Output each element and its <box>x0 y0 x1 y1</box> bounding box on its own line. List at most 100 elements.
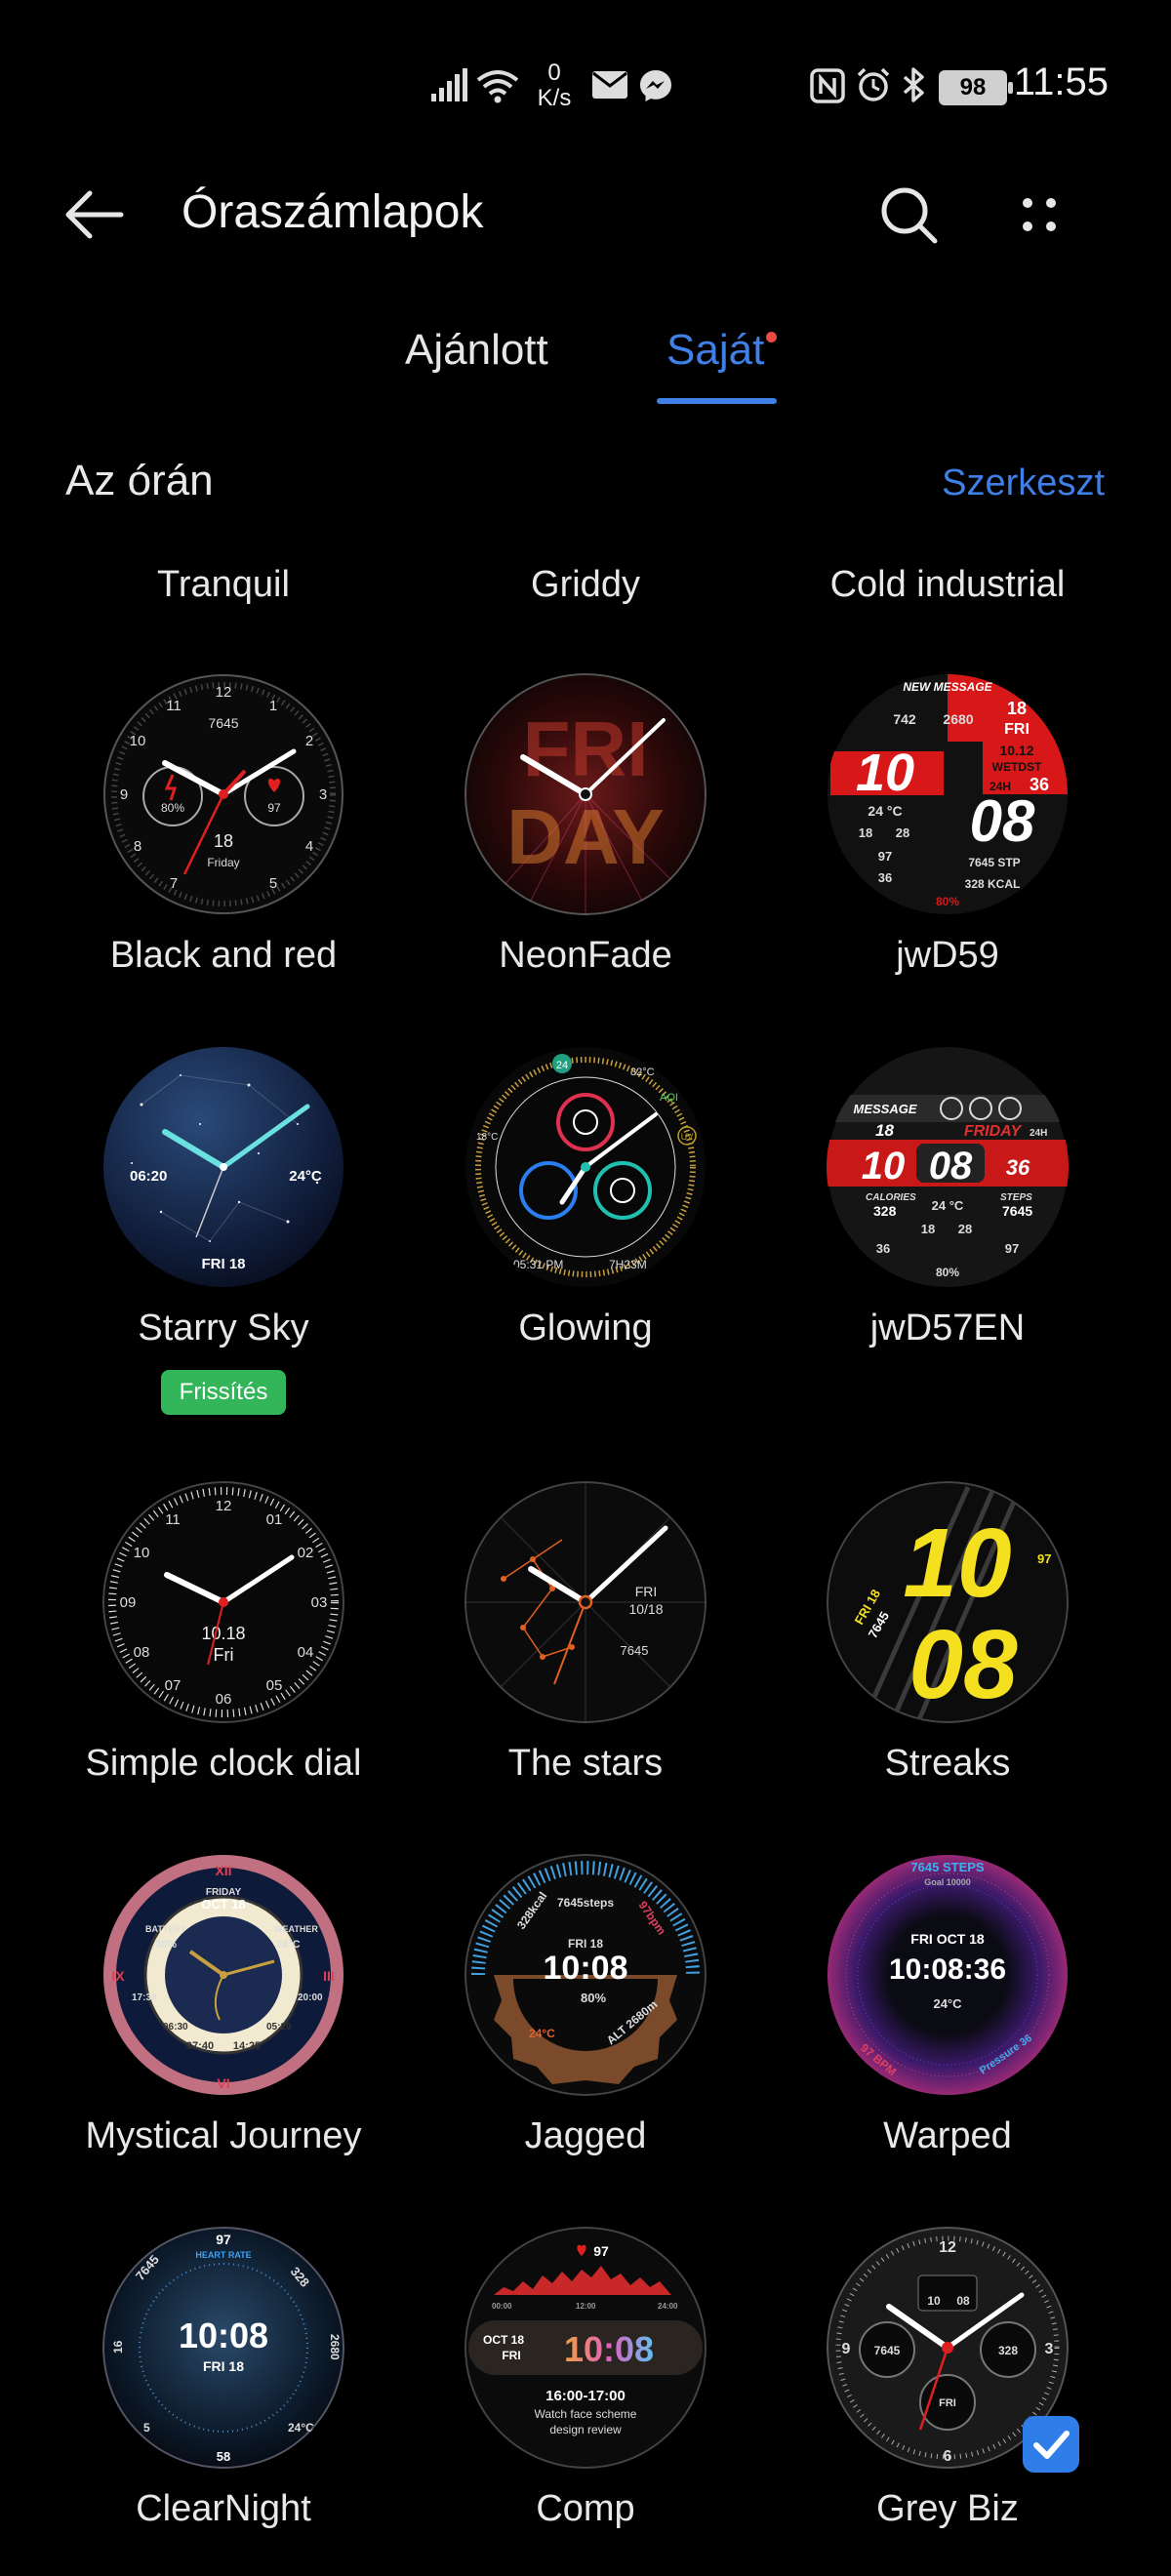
selected-checkbox[interactable] <box>1023 2416 1079 2473</box>
svg-text:2680: 2680 <box>943 711 973 727</box>
watch-face-warped[interactable]: 7645 STEPS Goal 10000 FRI OCT 18 10:08:3… <box>767 1854 1128 2166</box>
back-arrow-icon <box>65 190 124 239</box>
watch-face-starry-sky[interactable]: 06:20 24°C FRI 18 Starry Sky Frissítés <box>43 1046 404 1417</box>
status-bar: 0 K/s 98 11:55 <box>0 0 1171 166</box>
watch-face-the-stars[interactable]: FRI 10/18 7645 The stars <box>405 1481 766 1793</box>
watch-face-preview: 24 32°C AQI UV 18°C 05:31 PM 7H23M <box>464 1046 707 1288</box>
svg-text:9: 9 <box>120 786 128 803</box>
signal-icon <box>431 68 467 101</box>
back-button[interactable] <box>61 181 129 249</box>
svg-text:1: 1 <box>269 698 277 714</box>
svg-text:06:30: 06:30 <box>163 2022 188 2033</box>
watch-face-grey-biz[interactable]: 12 3 6 9 10 08 7645 328 FRI Grey Biz <box>767 2227 1128 2539</box>
svg-text:97: 97 <box>216 2232 231 2247</box>
svg-text:10: 10 <box>130 733 146 749</box>
watch-face-name: Streaks <box>884 1743 1011 1784</box>
svg-text:FRI: FRI <box>523 705 649 792</box>
svg-text:7645: 7645 <box>874 2344 901 2357</box>
watch-face-black-and-red[interactable]: 12 1 2 3 4 5 7 8 9 10 11 7645 80% 97 18 … <box>43 673 404 986</box>
svg-text:STEPS: STEPS <box>1000 1192 1032 1203</box>
svg-text:Goal 10000: Goal 10000 <box>924 1877 971 1887</box>
watch-face-streaks[interactable]: 10 08 FRI 18 7645 97 Streaks <box>767 1481 1128 1793</box>
svg-text:05:20: 05:20 <box>266 2022 292 2033</box>
svg-text:MESSAGE: MESSAGE <box>853 1102 916 1116</box>
svg-text:08: 08 <box>956 2294 970 2308</box>
svg-text:10: 10 <box>134 1545 150 1561</box>
svg-text:VI: VI <box>217 2075 229 2091</box>
svg-text:10.18: 10.18 <box>201 1624 245 1643</box>
svg-text:28: 28 <box>896 825 909 840</box>
watch-face-mystical-journey[interactable]: XII III VI IX FRIDAY OCT 18 BATTERY 80% … <box>43 1854 404 2166</box>
watch-face-glowing[interactable]: 24 32°C AQI UV 18°C 05:31 PM 7H23M Glowi… <box>405 1046 766 1358</box>
svg-text:5: 5 <box>143 2421 150 2435</box>
checkmark-icon <box>1033 2431 1070 2459</box>
watch-face-preview: XII III VI IX FRIDAY OCT 18 BATTERY 80% … <box>102 1854 344 2096</box>
watch-face-griddy[interactable]: Griddy <box>405 556 766 615</box>
svg-text:10.12: 10.12 <box>999 743 1033 758</box>
watch-face-preview: 97 HEART RATE 7645 328 10:08 FRI 18 16 2… <box>102 2227 344 2469</box>
svg-text:7H23M: 7H23M <box>609 1258 647 1271</box>
svg-text:9: 9 <box>842 2341 851 2357</box>
watch-face-name: Grey Biz <box>876 2488 1019 2529</box>
svg-text:80%: 80% <box>161 801 184 815</box>
mail-icon <box>592 71 627 99</box>
watch-face-cold-industrial[interactable]: Cold industrial <box>767 556 1128 615</box>
more-options-button[interactable] <box>1005 181 1073 249</box>
svg-text:14:25: 14:25 <box>233 2040 261 2052</box>
svg-text:18: 18 <box>875 1121 894 1140</box>
search-button[interactable] <box>874 181 943 249</box>
svg-text:10: 10 <box>903 1509 1011 1618</box>
svg-text:36: 36 <box>878 870 892 885</box>
watch-face-jagged[interactable]: 328kcal 7645steps 97bpm FRI 18 10:08 80%… <box>405 1854 766 2166</box>
svg-text:80%: 80% <box>155 1939 177 1951</box>
svg-text:Friday: Friday <box>207 856 239 869</box>
watch-face-name: ClearNight <box>136 2488 311 2529</box>
watch-face-name: NeonFade <box>499 935 672 976</box>
edit-button[interactable]: Szerkeszt <box>942 463 1105 504</box>
svg-text:24 °C: 24 °C <box>932 1198 964 1213</box>
watch-face-comp[interactable]: 97 OCT 18 FRI 10:08 16:00-17:00 Watch fa… <box>405 2227 766 2539</box>
svg-text:97: 97 <box>1037 1551 1051 1566</box>
watch-face-neonfade[interactable]: FRI DAY NeonFade <box>405 673 766 986</box>
watch-face-preview: MESSAGE 18 FRIDAY 24H 10 08 36 CALORIES … <box>827 1046 1069 1288</box>
update-button[interactable]: Frissítés <box>161 1370 286 1415</box>
svg-text:Fri: Fri <box>214 1645 234 1665</box>
more-dots-icon <box>1023 198 1056 231</box>
svg-text:OCT 18: OCT 18 <box>483 2333 524 2347</box>
watch-face-simple-clock-dial[interactable]: 12 01 02 03 04 05 06 07 08 09 10 11 10.1… <box>43 1481 404 1793</box>
svg-text:01: 01 <box>266 1511 283 1528</box>
svg-text:03: 03 <box>311 1594 328 1611</box>
svg-text:742: 742 <box>893 711 916 727</box>
svg-text:24°C: 24°C <box>933 1996 962 2011</box>
svg-text:UV: UV <box>681 1132 694 1142</box>
svg-text:7645: 7645 <box>1002 1203 1032 1219</box>
watch-face-clearnight[interactable]: 97 HEART RATE 7645 328 10:08 FRI 18 16 2… <box>43 2227 404 2539</box>
svg-text:BATTERY: BATTERY <box>145 1924 186 1934</box>
tab-recommended[interactable]: Ajánlott <box>405 326 548 375</box>
svg-text:18: 18 <box>921 1222 935 1236</box>
watch-face-jwd57en[interactable]: MESSAGE 18 FRIDAY 24H 10 08 36 CALORIES … <box>767 1046 1128 1358</box>
watch-face-jwd59[interactable]: NEW MESSAGE 742 2680 18 FRI 10 10.12 WET… <box>767 673 1128 986</box>
svg-text:FRI 18: FRI 18 <box>568 1937 603 1951</box>
watch-face-preview: FRI DAY <box>464 673 707 915</box>
watch-face-tranquil[interactable]: Tranquil <box>43 556 404 615</box>
watch-face-name: Simple clock dial <box>85 1743 362 1784</box>
tab-bar: Ajánlott Saját <box>0 312 1171 420</box>
svg-text:7645 STP: 7645 STP <box>968 856 1020 869</box>
svg-text:08: 08 <box>134 1644 150 1661</box>
svg-text:11: 11 <box>165 1511 181 1528</box>
svg-text:16:00-17:00: 16:00-17:00 <box>545 2388 626 2404</box>
section-title: Az órán <box>65 457 214 504</box>
app-bar: Óraszámlapok <box>0 166 1171 263</box>
svg-text:328: 328 <box>873 1203 897 1219</box>
page-title: Óraszámlapok <box>182 186 484 238</box>
tab-mine[interactable]: Saját <box>666 326 764 375</box>
svg-text:Watch face scheme: Watch face scheme <box>535 2407 637 2421</box>
battery-indicator: 98 <box>939 70 1013 105</box>
svg-text:24:00: 24:00 <box>658 2302 678 2311</box>
svg-text:NEW MESSAGE: NEW MESSAGE <box>903 680 992 694</box>
svg-text:6: 6 <box>944 2448 952 2465</box>
svg-text:FRI: FRI <box>1004 721 1030 738</box>
watch-face-preview: 328kcal 7645steps 97bpm FRI 18 10:08 80%… <box>464 1854 707 2096</box>
svg-text:10:08:36: 10:08:36 <box>889 1953 1006 1986</box>
